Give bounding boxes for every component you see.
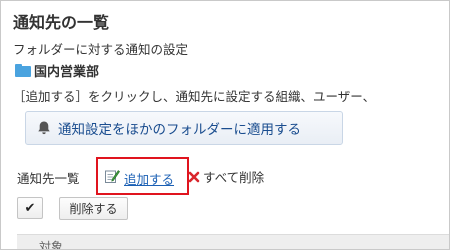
apply-to-other-folders-button[interactable]: 通知設定をほかのフォルダーに適用する bbox=[25, 111, 343, 145]
folder-name: 国内営業部 bbox=[34, 65, 100, 80]
instruction-text: ［追加する］をクリックし、通知先に設定する組織、ユーザー、 bbox=[13, 89, 376, 104]
bell-icon bbox=[38, 121, 50, 135]
add-edit-icon bbox=[105, 170, 120, 183]
checkmark-icon: ✔ bbox=[24, 200, 36, 216]
delete-button-label: 削除する bbox=[69, 202, 118, 216]
add-recipient-link[interactable]: 追加する bbox=[96, 157, 189, 195]
page-title: 通知先の一覧 bbox=[13, 13, 110, 32]
delete-all-link[interactable]: すべて削除 bbox=[188, 167, 264, 186]
recipient-table-header: 対象 bbox=[17, 234, 449, 250]
delete-all-label: すべて削除 bbox=[203, 170, 265, 185]
apply-button-label: 通知設定をほかのフォルダーに適用する bbox=[58, 122, 301, 138]
delete-button[interactable]: 削除する bbox=[59, 197, 128, 220]
select-all-checkbox[interactable]: ✔ bbox=[17, 197, 43, 219]
folder-breadcrumb: 国内営業部 bbox=[15, 61, 99, 80]
folder-icon bbox=[15, 64, 31, 77]
column-header-target: 対象 bbox=[39, 240, 64, 250]
page-subtitle: フォルダーに対する通知の設定 bbox=[13, 42, 189, 57]
recipient-list-label: 通知先一覧 bbox=[17, 171, 80, 186]
notification-settings-panel: 通知先の一覧 フォルダーに対する通知の設定 国内営業部 ［追加する］をクリックし… bbox=[0, 0, 450, 250]
add-recipient-label: 追加する bbox=[124, 171, 175, 187]
red-x-icon bbox=[188, 171, 200, 182]
